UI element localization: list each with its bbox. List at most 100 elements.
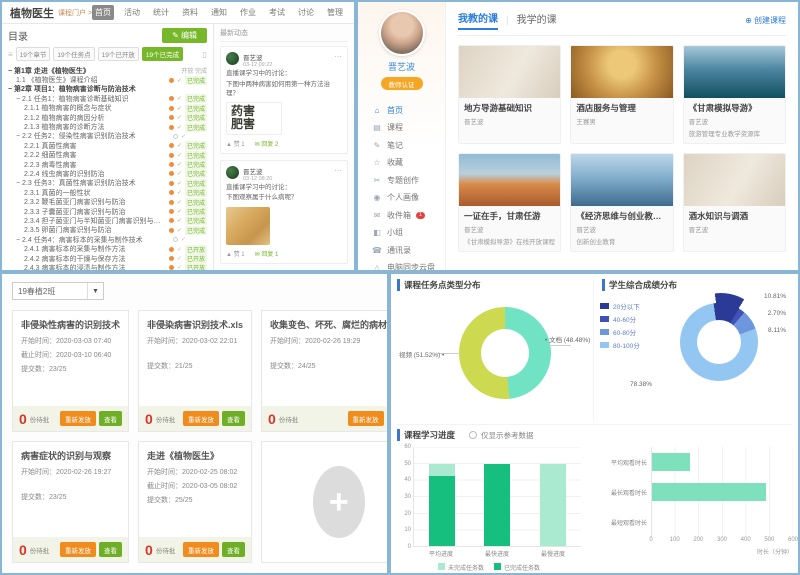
- list-icon[interactable]: ▯: [203, 50, 207, 59]
- more-icon[interactable]: ⋯: [334, 52, 342, 61]
- toc-row[interactable]: 2.4.3 病害标本的浸渍与制作方法 ✓ 已开放: [8, 263, 207, 272]
- course-tab-1[interactable]: 活动: [121, 5, 143, 20]
- duration-bar-0[interactable]: [652, 453, 690, 471]
- view-button[interactable]: 查看: [222, 542, 245, 557]
- reply-button[interactable]: ✉ 回复 2: [255, 139, 279, 148]
- toc-row[interactable]: 2.4.1 病害标本的采集与制作方法 ✓ 已开放: [8, 244, 207, 253]
- resend-button[interactable]: 重新发放: [60, 542, 96, 557]
- legend-item[interactable]: 20分以下: [600, 299, 640, 312]
- drag-handle-icon[interactable]: ≡: [8, 50, 13, 59]
- sidebar-item-favorites[interactable]: ☆ 收藏: [372, 154, 445, 172]
- user-name[interactable]: 晋艺波: [358, 60, 445, 73]
- tab-my-learning[interactable]: 我学的课: [517, 11, 557, 29]
- course-tab-5[interactable]: 作业: [237, 5, 259, 20]
- legend-item[interactable]: 40-60分: [600, 312, 640, 325]
- feed-card[interactable]: 晋艺波 03-12 09:22 ⋯ 直播课学习中的讨论： 下图中两种病害如何用第…: [220, 46, 348, 154]
- course-card[interactable]: 地方导游基础知识 晋艺波: [458, 45, 561, 144]
- course-card[interactable]: 《甘肃模拟导游》 晋艺波 旅游管理专业教学资源库: [683, 45, 786, 144]
- sidebar-item-portrait[interactable]: ◉ 个人画像: [372, 189, 445, 207]
- sidebar-item-inbox[interactable]: ✉ 收件箱 1: [372, 207, 445, 225]
- toc-row[interactable]: − 2.4 任务4：病害标本的采集与制作技术 ✓: [8, 235, 207, 244]
- toc-row[interactable]: 2.2.4 线虫病害的识别防治 ✓ 已完成: [8, 169, 207, 178]
- sidebar-item-contacts[interactable]: ☎ 通讯录: [372, 242, 445, 260]
- toc-row[interactable]: 1.1 《植物医生》课程介绍 ✓ 已完成: [8, 75, 207, 84]
- toc-row[interactable]: 2.2.1 真菌性病害 ✓ 已完成: [8, 141, 207, 150]
- sidebar-item-clouddisk[interactable]: △ 电脑同步云盘: [372, 259, 445, 272]
- progress-bar-0[interactable]: [429, 464, 455, 546]
- toc-row[interactable]: − 2.2 任务2：侵染性病害识别防治技术 ✓: [8, 132, 207, 141]
- course-tab-3[interactable]: 资料: [179, 5, 201, 20]
- toc-row[interactable]: 2.1.3 植物病害的诊断方法 ✓ 已完成: [8, 122, 207, 131]
- toc-row[interactable]: 2.1.2 植物病害的病因分析 ✓ 已完成: [8, 113, 207, 122]
- reference-data-checkbox[interactable]: 仅显示参考数据: [469, 430, 534, 441]
- homework-card[interactable]: 走进《植物医生》 开始时间：2020-02-25 08:02截止时间：2020-…: [138, 441, 252, 563]
- course-card[interactable]: 酒水知识与调酒 晋艺波: [683, 153, 786, 252]
- toc-row[interactable]: 2.2.3 病毒性病害 ✓ 已完成: [8, 160, 207, 169]
- feed-card[interactable]: 晋艺波 03-12 08:20 ⋯ 直播课学习中的讨论： 下图观察属于什么病呢？…: [220, 160, 348, 265]
- toc-row[interactable]: 2.3.4 担子菌亚门与半知菌亚门病害识别与防治 ✓ 已完成: [8, 216, 207, 225]
- course-tab-2[interactable]: 统计: [150, 5, 172, 20]
- post-image-text[interactable]: 药害肥害: [226, 102, 282, 134]
- toc-row[interactable]: − 2.3 任务3：真菌性病害识别防治技术 ✓ 已完成: [8, 179, 207, 188]
- toc-row[interactable]: − 2.1 任务1：植物病害诊断基础知识 ✓ 已完成: [8, 94, 207, 103]
- create-course-link[interactable]: ⊕ 创建课程: [745, 15, 786, 26]
- homework-card[interactable]: 收集变色、坏死、腐烂的病材图 … 开始时间：2020-02-26 19:29 提…: [261, 310, 389, 432]
- sidebar-item-topics[interactable]: ✂ 专题创作: [372, 172, 445, 190]
- legend-item[interactable]: 60-80分: [600, 325, 640, 338]
- resend-button[interactable]: 重新发放: [348, 411, 384, 426]
- duration-bar-1[interactable]: [652, 483, 766, 501]
- course-tab-7[interactable]: 讨论: [295, 5, 317, 20]
- toc-row[interactable]: 2.3.5 卵菌门病害识别与防治 ✓ 已完成: [8, 226, 207, 235]
- legend-todo[interactable]: 未完成任务数: [438, 563, 484, 572]
- toc-row[interactable]: − 第2章 项目1：植物病害诊断与防治技术: [8, 85, 207, 94]
- course-card[interactable]: 一证在手，甘肃任游 晋艺波 《甘肃模拟导游》在线开放课程: [458, 153, 561, 252]
- like-button[interactable]: ▲ 赞 1: [226, 139, 245, 148]
- view-button[interactable]: 查看: [99, 542, 122, 557]
- homework-card[interactable]: 病害症状的识别与观察 开始时间：2020-02-26 19:27 提交数：23/…: [12, 441, 129, 563]
- course-tab-6[interactable]: 考试: [266, 5, 288, 20]
- toc-chip-1[interactable]: 19个任务点: [53, 47, 94, 61]
- course-card[interactable]: 《经济思维与创业教育》 晋艺波 创新创业教育: [570, 153, 673, 252]
- toc-row[interactable]: 2.4.2 病害标本的干燥与保存方法 ✓ 已开放: [8, 254, 207, 263]
- more-icon[interactable]: ⋯: [334, 166, 342, 175]
- toc-chip-3[interactable]: 19个已完成: [142, 47, 183, 61]
- user-avatar[interactable]: [379, 10, 425, 56]
- tab-my-teaching[interactable]: 我教的课: [458, 10, 498, 30]
- resend-button[interactable]: 重新发放: [183, 542, 219, 557]
- reply-button[interactable]: ✉ 回复 1: [255, 249, 279, 258]
- sidebar-item-home[interactable]: ⌂ 首页: [372, 102, 445, 120]
- toc-row[interactable]: 2.1.1 植物病害的概念与症状 ✓ 已完成: [8, 104, 207, 113]
- sidebar-item-notes[interactable]: ✎ 笔记: [372, 137, 445, 155]
- post-image-photo[interactable]: [226, 207, 270, 245]
- toc-row[interactable]: 2.3.3 子囊菌亚门病害识别与防治 ✓ 已完成: [8, 207, 207, 216]
- course-tab-0[interactable]: 首页: [92, 5, 114, 20]
- toc-row[interactable]: 2.3.1 真菌的一般性状 ✓ 已完成: [8, 188, 207, 197]
- course-tab-4[interactable]: 通知: [208, 5, 230, 20]
- homework-card[interactable]: 非侵染性病害的识别技术 开始时间：2020-03-03 07:40截止时间：20…: [12, 310, 129, 432]
- resend-button[interactable]: 重新发放: [60, 411, 96, 426]
- add-homework-card[interactable]: +: [261, 441, 389, 563]
- toc-chip-0[interactable]: 19个章节: [16, 47, 51, 61]
- course-tab-8[interactable]: 管理: [324, 5, 346, 20]
- post-time: 03-12 08:20: [243, 176, 272, 182]
- groups-icon: ◧: [372, 228, 382, 237]
- toc-row[interactable]: 2.2.2 细菌性病害 ✓ 已完成: [8, 151, 207, 160]
- class-select[interactable]: 19春植2班 ▼: [12, 282, 104, 300]
- progress-bar-2[interactable]: [540, 464, 566, 546]
- like-button[interactable]: ▲ 赞 1: [226, 249, 245, 258]
- sidebar-item-groups[interactable]: ◧ 小组: [372, 224, 445, 242]
- edit-button[interactable]: ✎ 编辑: [162, 28, 207, 43]
- course-portal-link[interactable]: 课程门户 >: [58, 8, 92, 18]
- progress-bar-1[interactable]: [484, 464, 510, 546]
- legend-done[interactable]: 已完成任务数: [494, 563, 540, 572]
- homework-card[interactable]: 非侵染病害识别技术.xls 开始时间：2020-03-02 22:01 提交数：…: [138, 310, 252, 432]
- course-card[interactable]: 酒店服务与管理 王赛男: [570, 45, 673, 144]
- toc-chip-2[interactable]: 19个已开放: [98, 47, 139, 61]
- resend-button[interactable]: 重新发放: [183, 411, 219, 426]
- view-button[interactable]: 查看: [222, 411, 245, 426]
- view-button[interactable]: 查看: [99, 411, 122, 426]
- toc-row[interactable]: − 第1章 走进《植物医生》开放 完成: [8, 66, 207, 75]
- legend-item[interactable]: 80-100分: [600, 338, 640, 351]
- toc-row[interactable]: 2.3.2 鞭毛菌亚门病害识别与防治 ✓ 已完成: [8, 197, 207, 206]
- sidebar-item-courses[interactable]: ▤ 课程: [372, 119, 445, 137]
